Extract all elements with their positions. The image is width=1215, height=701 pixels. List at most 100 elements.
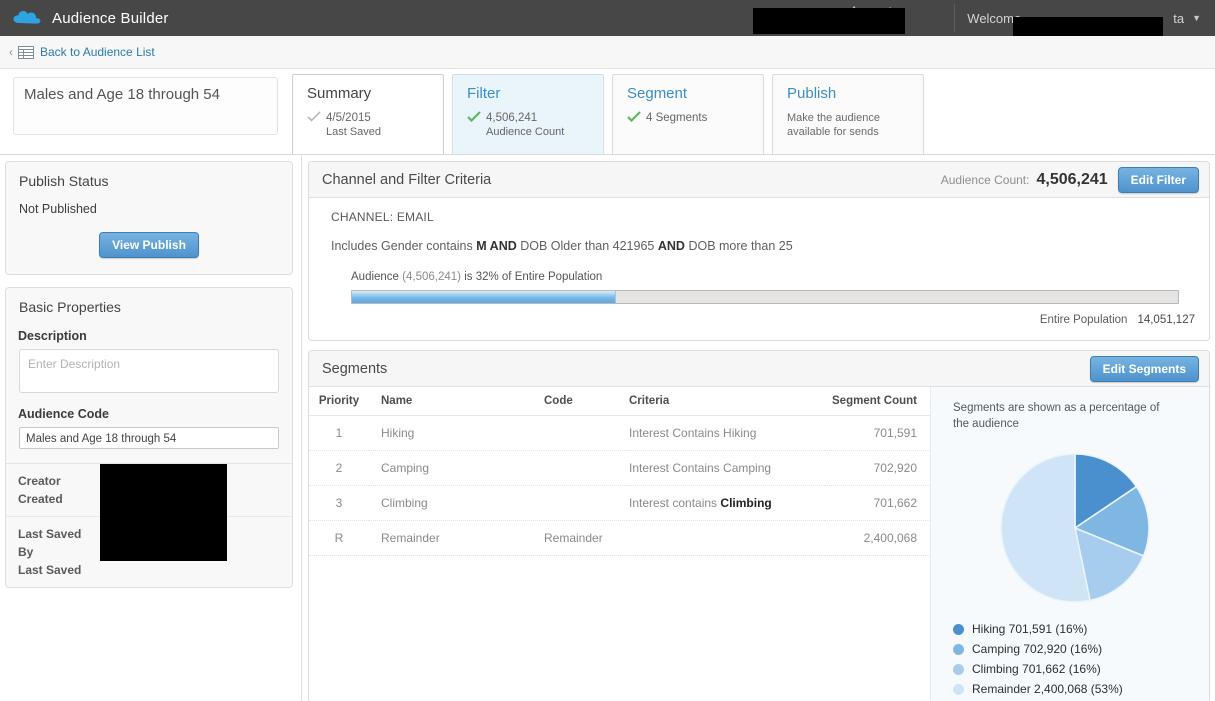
cell-code: Remainder <box>544 521 629 556</box>
cell-criteria-bold: Climbing <box>720 496 771 510</box>
legend-label: Camping 702,920 (16%) <box>972 642 1102 656</box>
account-menu[interactable]: Account itters ▼ <box>850 0 942 36</box>
segments-panel: Segments Edit Segments Priority Name Cod… <box>308 350 1210 701</box>
legend-swatch-icon <box>953 624 964 635</box>
description-label: Description <box>6 315 292 349</box>
filter-panel-title: Channel and Filter Criteria <box>322 172 491 188</box>
tab-filter-title: Filter <box>467 85 591 103</box>
redacted-saved-values <box>100 509 227 561</box>
sidebar: Publish Status Not Published View Publis… <box>0 156 302 701</box>
segments-table-header-row: Priority Name Code Criteria Segment Coun… <box>309 387 930 416</box>
cell-criteria <box>629 521 824 556</box>
back-to-audience-list-link[interactable]: Back to Audience List <box>40 45 155 59</box>
chart-legend: Hiking 701,591 (16%) Camping 702,920 (16%… <box>953 622 1197 696</box>
welcome-menu[interactable]: Welcome ta ▼ <box>967 11 1215 26</box>
table-row[interactable]: 2 Camping Interest Contains Camping 702,… <box>309 451 930 486</box>
criteria-prefix: Includes Gender contains <box>331 239 473 253</box>
entire-population-value: 14,051,127 <box>1137 314 1195 326</box>
bar-label-prefix: Audience <box>351 271 399 283</box>
col-header-name: Name <box>369 387 544 416</box>
bar-label-suffix: is 32% of Entire Population <box>464 271 602 283</box>
stage-tabs: Summary 4/5/2015 Last Saved Filter 4,506… <box>292 74 924 154</box>
cell-criteria-plain: Interest Contains Hiking <box>629 426 756 440</box>
cell-criteria: Interest Contains Hiking <box>629 416 824 451</box>
cell-name: Camping <box>369 451 544 486</box>
tab-summary-sub2: Last Saved <box>326 126 431 139</box>
cell-criteria: Interest contains Climbing <box>629 486 824 521</box>
tab-filter-count: 4,506,241 <box>486 111 537 125</box>
metadata-key-created: Created <box>18 490 100 508</box>
cell-criteria: Interest Contains Camping <box>629 451 824 486</box>
tab-summary[interactable]: Summary 4/5/2015 Last Saved <box>292 74 444 154</box>
cell-priority: 3 <box>309 486 369 521</box>
app-title: Audience Builder <box>52 10 169 27</box>
tab-summary-date: 4/5/2015 <box>326 111 371 125</box>
basic-properties-card: Basic Properties Description Enter Descr… <box>5 287 293 588</box>
audience-code-input[interactable]: Males and Age 18 through 54 <box>19 427 279 449</box>
col-header-code: Code <box>544 387 629 416</box>
population-bar-label: Audience (4,506,241) is 32% of Entire Po… <box>351 271 1195 283</box>
filter-criteria-panel: Channel and Filter Criteria Audience Cou… <box>308 161 1210 341</box>
filter-panel-body: CHANNEL: EMAIL Includes Gender contains … <box>309 198 1209 340</box>
legend-item-remainder: Remainder 2,400,068 (53%) <box>953 682 1197 696</box>
description-input[interactable]: Enter Description <box>19 349 279 393</box>
criteria-part-3: DOB more than 25 <box>688 239 792 253</box>
publish-status-title: Publish Status <box>6 162 292 189</box>
metadata-keys-saved: Last Saved By Last Saved <box>18 525 100 579</box>
cell-count: 702,920 <box>824 451 930 486</box>
tab-segment[interactable]: Segment 4 Segments <box>612 74 764 154</box>
legend-swatch-icon <box>953 684 964 695</box>
publish-status-value: Not Published <box>6 189 292 216</box>
legend-item-camping: Camping 702,920 (16%) <box>953 642 1197 656</box>
metadata-row-last-saved: Last Saved By Last Saved <box>6 517 292 587</box>
segments-chart-area: Segments are shown as a percentage of th… <box>930 387 1209 701</box>
audience-name-field[interactable]: Males and Age 18 through 54 <box>13 77 278 135</box>
table-row[interactable]: 1 Hiking Interest Contains Hiking 701,59… <box>309 416 930 451</box>
legend-label: Hiking 701,591 (16%) <box>972 622 1087 636</box>
entire-population-row: Entire Population 14,051,127 <box>331 314 1195 326</box>
edit-segments-button[interactable]: Edit Segments <box>1090 356 1199 382</box>
table-row[interactable]: R Remainder Remainder 2,400,068 <box>309 521 930 556</box>
population-progress-fill <box>352 291 616 303</box>
pencil-check-icon <box>307 111 321 126</box>
metadata-key-last-saved-by: Last Saved By <box>18 525 100 561</box>
divider <box>954 4 955 32</box>
cell-count: 2,400,068 <box>824 521 930 556</box>
cloud-icon <box>12 8 42 28</box>
tab-filter-sub: 4,506,241 <box>467 111 591 126</box>
criteria-part-0: M AND <box>476 239 517 253</box>
tab-filter[interactable]: Filter 4,506,241 Audience Count <box>452 74 604 154</box>
main-content: Channel and Filter Criteria Audience Cou… <box>303 156 1215 701</box>
segments-table: Priority Name Code Criteria Segment Coun… <box>309 387 930 556</box>
basic-properties-title: Basic Properties <box>6 288 292 315</box>
tab-segment-title: Segment <box>627 85 751 103</box>
metadata-table: Creator Created Last Saved By Last Saved <box>6 463 292 587</box>
top-bar-right: Account itters ▼ Welcome ta ▼ <box>850 0 1215 36</box>
segments-table-wrap: Priority Name Code Criteria Segment Coun… <box>309 387 930 701</box>
segments-panel-header: Segments Edit Segments <box>309 351 1209 387</box>
col-header-count: Segment Count <box>824 387 930 416</box>
tab-publish-note: Make the audience available for sends <box>787 111 911 139</box>
criteria-part-1: DOB Older than 421965 <box>520 239 654 253</box>
check-icon <box>467 111 481 126</box>
tab-publish-title: Publish <box>787 85 911 103</box>
cell-count: 701,591 <box>824 416 930 451</box>
edit-filter-button[interactable]: Edit Filter <box>1118 167 1199 193</box>
tab-publish[interactable]: Publish Make the audience available for … <box>772 74 924 154</box>
col-header-priority: Priority <box>309 387 369 416</box>
cell-code <box>544 416 629 451</box>
cell-priority: 1 <box>309 416 369 451</box>
cell-count: 701,662 <box>824 486 930 521</box>
cell-name: Remainder <box>369 521 544 556</box>
pie-chart <box>953 452 1197 604</box>
criteria-part-2: AND <box>658 239 685 253</box>
population-progress-bar <box>351 290 1179 304</box>
back-arrow-icon[interactable]: ‹ <box>9 45 13 59</box>
table-row[interactable]: 3 Climbing Interest contains Climbing 70… <box>309 486 930 521</box>
view-publish-button[interactable]: View Publish <box>99 232 199 258</box>
col-header-criteria: Criteria <box>629 387 824 416</box>
cell-criteria-plain: Interest contains <box>629 496 717 510</box>
check-icon <box>627 111 641 126</box>
cell-criteria-plain: Interest Contains Camping <box>629 461 771 475</box>
criteria-text: Includes Gender contains M AND DOB Older… <box>331 239 1195 253</box>
